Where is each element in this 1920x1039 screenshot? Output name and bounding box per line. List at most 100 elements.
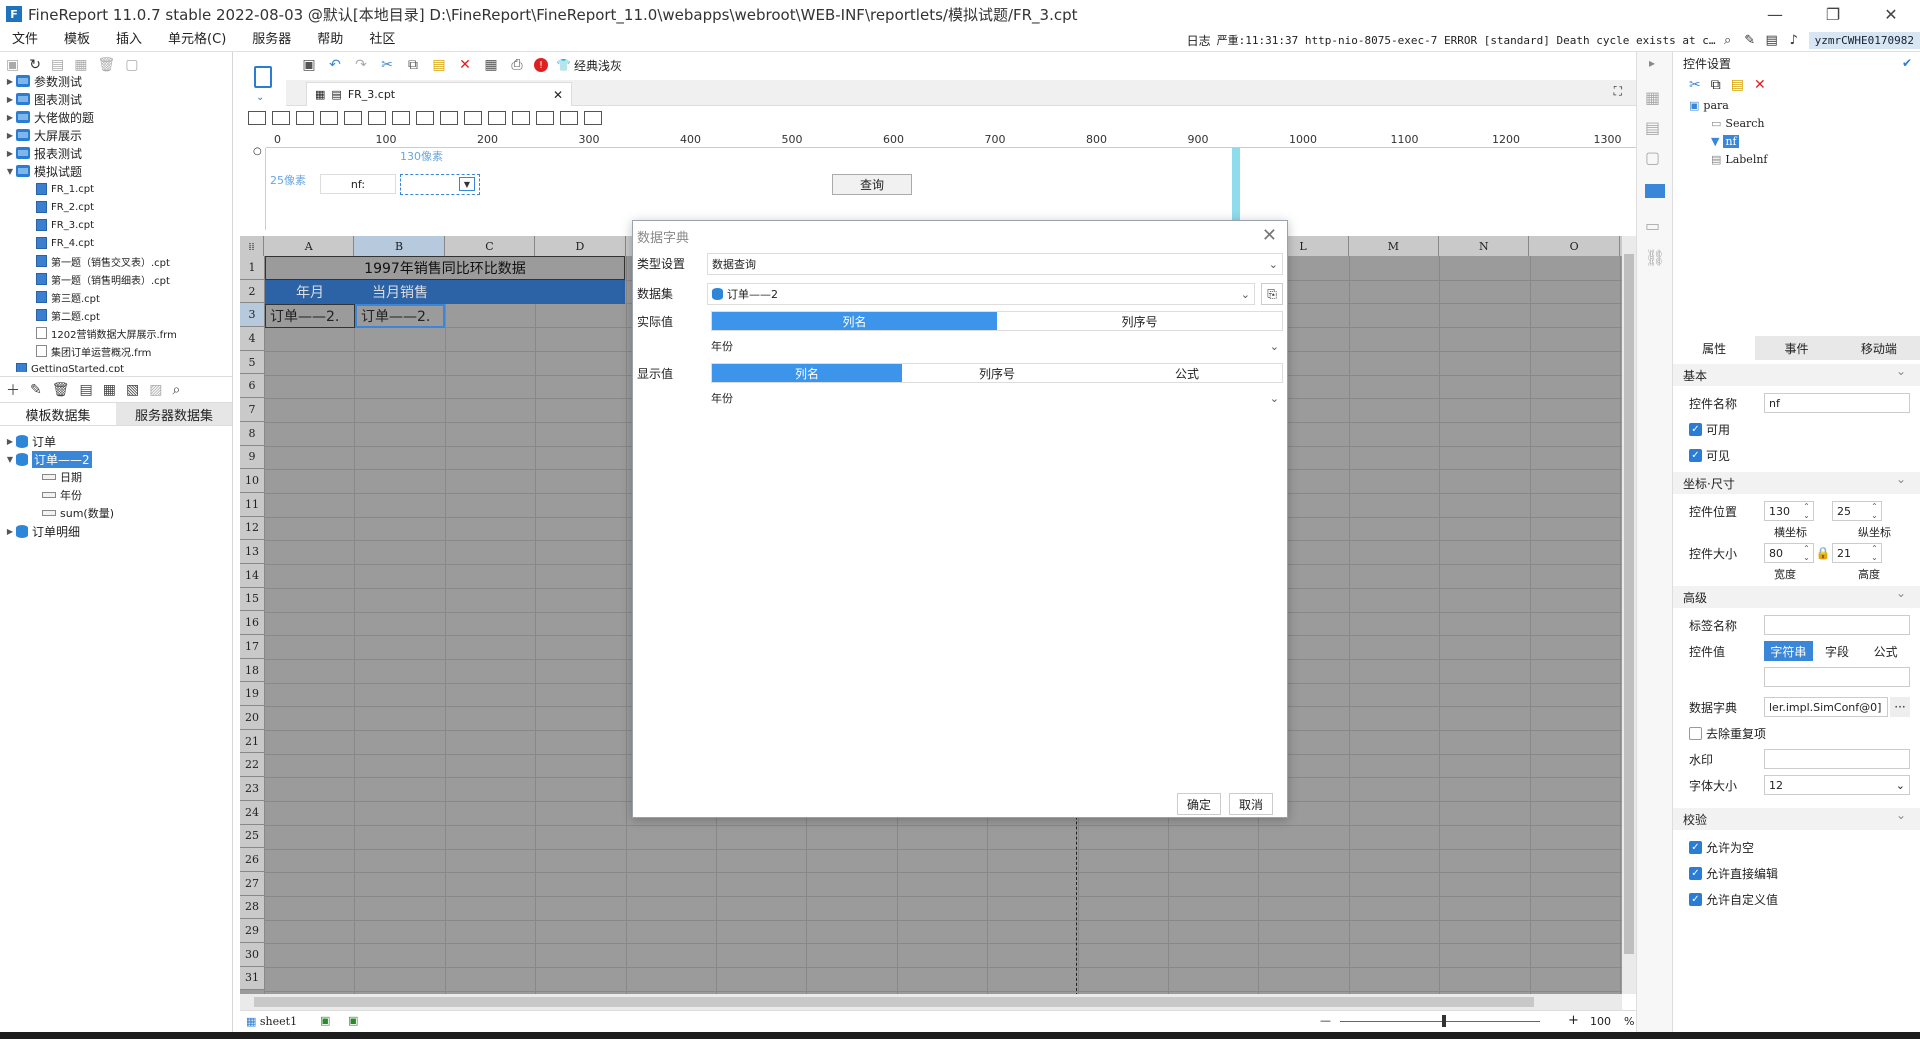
- enabled-checkbox[interactable]: ✓: [1689, 422, 1702, 436]
- dialog-ok-button[interactable]: 确定: [1177, 793, 1221, 815]
- row-header[interactable]: 8: [240, 421, 264, 446]
- section-validation[interactable]: 校验: [1673, 808, 1920, 830]
- log-message[interactable]: 严重:11:31:37 http-nio-8075-exec-7 ERROR […: [1217, 32, 1717, 48]
- skin-button[interactable]: 👕 经典浅灰: [556, 57, 622, 74]
- widget-value-input[interactable]: [1764, 667, 1910, 687]
- copy-icon[interactable]: ⧉: [404, 56, 422, 74]
- tree-node-nf[interactable]: ▼ nf: [1689, 132, 1920, 150]
- display-mode-column-name[interactable]: 列名: [712, 364, 902, 382]
- dataset-tree-item[interactable]: 年份: [0, 486, 232, 504]
- template-tree-item[interactable]: 集团订单运营概况.frm: [0, 342, 232, 360]
- pos-y-spinner[interactable]: 25: [1832, 501, 1882, 521]
- template-tree-item[interactable]: ▼ 模拟试题: [0, 162, 232, 180]
- expand-arrow-icon[interactable]: ▶: [4, 437, 16, 446]
- vertical-scrollbar[interactable]: [1622, 236, 1636, 994]
- template-tree-item[interactable]: 第二题.cpt: [0, 306, 232, 324]
- column-header[interactable]: O: [1529, 236, 1620, 256]
- save-icon[interactable]: ▣: [300, 56, 318, 74]
- actual-value-select[interactable]: 年份 ⌄: [707, 335, 1283, 357]
- menu-help[interactable]: 帮助: [305, 28, 357, 52]
- dictionary-more-button[interactable]: ···: [1890, 697, 1910, 717]
- row-header[interactable]: 29: [240, 919, 264, 943]
- mobile-icon[interactable]: ▭: [1645, 216, 1660, 235]
- row-header[interactable]: 24: [240, 800, 264, 825]
- tab-attributes[interactable]: 属性: [1673, 336, 1756, 360]
- query-button[interactable]: 查询: [832, 174, 912, 195]
- menu-insert[interactable]: 插入: [104, 28, 156, 52]
- widget-name-input[interactable]: nf: [1764, 393, 1910, 413]
- menu-community[interactable]: 社区: [357, 28, 409, 52]
- tab-template-dataset[interactable]: 模板数据集: [0, 403, 116, 425]
- dataset-tree-item[interactable]: ▶ 订单明细: [0, 522, 232, 540]
- allow-empty-row[interactable]: ✓ 允许为空: [1673, 834, 1920, 860]
- watermark-input[interactable]: [1764, 749, 1910, 769]
- template-tree-item[interactable]: FR_2.cpt: [0, 198, 232, 216]
- menu-cell[interactable]: 单元格(C): [156, 28, 240, 52]
- expand-icon[interactable]: ▸: [1649, 56, 1655, 70]
- header-cell-a2[interactable]: 年月: [265, 280, 355, 304]
- tree-widget-icon[interactable]: [464, 111, 482, 125]
- nf-combobox-widget[interactable]: ▼: [400, 174, 480, 195]
- row-header[interactable]: 10: [240, 469, 264, 493]
- cache-icon[interactable]: ▨: [149, 382, 162, 398]
- number-widget-icon[interactable]: [368, 111, 386, 125]
- template-tree-item[interactable]: ▶ 大佬做的题: [0, 108, 232, 126]
- preview-icon[interactable]: ⎙: [508, 56, 526, 74]
- cut-icon[interactable]: ✂: [378, 56, 396, 74]
- add-icon[interactable]: ＋: [6, 380, 20, 400]
- select-all-corner[interactable]: ⁞⁞: [240, 236, 264, 256]
- row-header[interactable]: 18: [240, 658, 264, 683]
- database-icon[interactable]: ▧: [126, 382, 139, 398]
- value-mode-formula[interactable]: 公式: [1861, 641, 1910, 661]
- tab-server-dataset[interactable]: 服务器数据集: [116, 403, 232, 425]
- row-header[interactable]: 30: [240, 942, 264, 967]
- collapse-arrow-icon[interactable]: ▼: [4, 167, 16, 176]
- header-cell-b2[interactable]: 当月销售: [355, 280, 445, 304]
- template-tree-item[interactable]: 第一题（销售明细表）.cpt: [0, 270, 232, 288]
- tree-node-para[interactable]: ▣ para: [1689, 96, 1920, 114]
- param-pane-boundary[interactable]: [1232, 148, 1240, 230]
- chart-widget-icon[interactable]: [560, 111, 578, 125]
- type-select[interactable]: 数据查询 ⌄: [707, 253, 1283, 275]
- tab-mobile[interactable]: 移动端: [1838, 336, 1920, 360]
- column-header[interactable]: B: [354, 236, 445, 256]
- collapse-icon[interactable]: ⌄: [256, 92, 264, 103]
- textarea-widget-icon[interactable]: [392, 111, 410, 125]
- close-button[interactable]: ✕: [1862, 0, 1920, 28]
- row-header[interactable]: 4: [240, 327, 264, 351]
- tag-name-input[interactable]: [1764, 615, 1910, 635]
- lock-icon[interactable]: ▢: [125, 57, 138, 73]
- textfield-widget-icon[interactable]: [296, 111, 314, 125]
- hyperlink-icon[interactable]: ▢: [1645, 148, 1660, 167]
- font-size-select[interactable]: 12 ⌄: [1764, 775, 1910, 795]
- visible-row[interactable]: ✓ 可见: [1673, 442, 1920, 468]
- delete-icon[interactable]: ✕: [456, 56, 474, 74]
- format-painter-icon[interactable]: ▦: [482, 56, 500, 74]
- display-mode-column-index[interactable]: 列序号: [902, 364, 1092, 382]
- row-header[interactable]: 16: [240, 611, 264, 635]
- refresh-icon[interactable]: ↻: [29, 57, 41, 73]
- widget-settings-icon[interactable]: [1645, 184, 1665, 198]
- minimize-button[interactable]: —: [1746, 0, 1804, 28]
- height-spinner[interactable]: 21: [1832, 543, 1882, 563]
- open-icon[interactable]: ▤: [51, 57, 64, 73]
- expand-arrow-icon[interactable]: ▶: [4, 95, 16, 104]
- enabled-row[interactable]: ✓ 可用: [1673, 416, 1920, 442]
- expand-arrow-icon[interactable]: ▶: [4, 77, 16, 86]
- template-tree-item[interactable]: GettingStarted.cpt: [0, 360, 232, 372]
- row-header[interactable]: 20: [240, 706, 264, 730]
- dialog-close-button[interactable]: ✕: [1262, 225, 1277, 246]
- param-icon[interactable]: [254, 66, 272, 88]
- template-tree-item[interactable]: 第三题.cpt: [0, 288, 232, 306]
- format-brush-icon[interactable]: ⛶: [1614, 84, 1622, 99]
- rename-icon[interactable]: ▦: [74, 57, 87, 73]
- log-label[interactable]: 日志: [1187, 32, 1211, 49]
- radio-widget-icon[interactable]: [440, 111, 458, 125]
- row-header[interactable]: 31: [240, 966, 264, 991]
- dataset-tree-item[interactable]: ▼ 订单——2: [0, 450, 232, 468]
- column-header[interactable]: C: [445, 236, 536, 256]
- allow-custom-row[interactable]: ✓ 允许自定义值: [1673, 886, 1920, 912]
- row-header[interactable]: 1: [240, 256, 264, 280]
- visible-checkbox[interactable]: ✓: [1689, 448, 1702, 462]
- search-dataset-icon[interactable]: ⌕: [172, 382, 180, 398]
